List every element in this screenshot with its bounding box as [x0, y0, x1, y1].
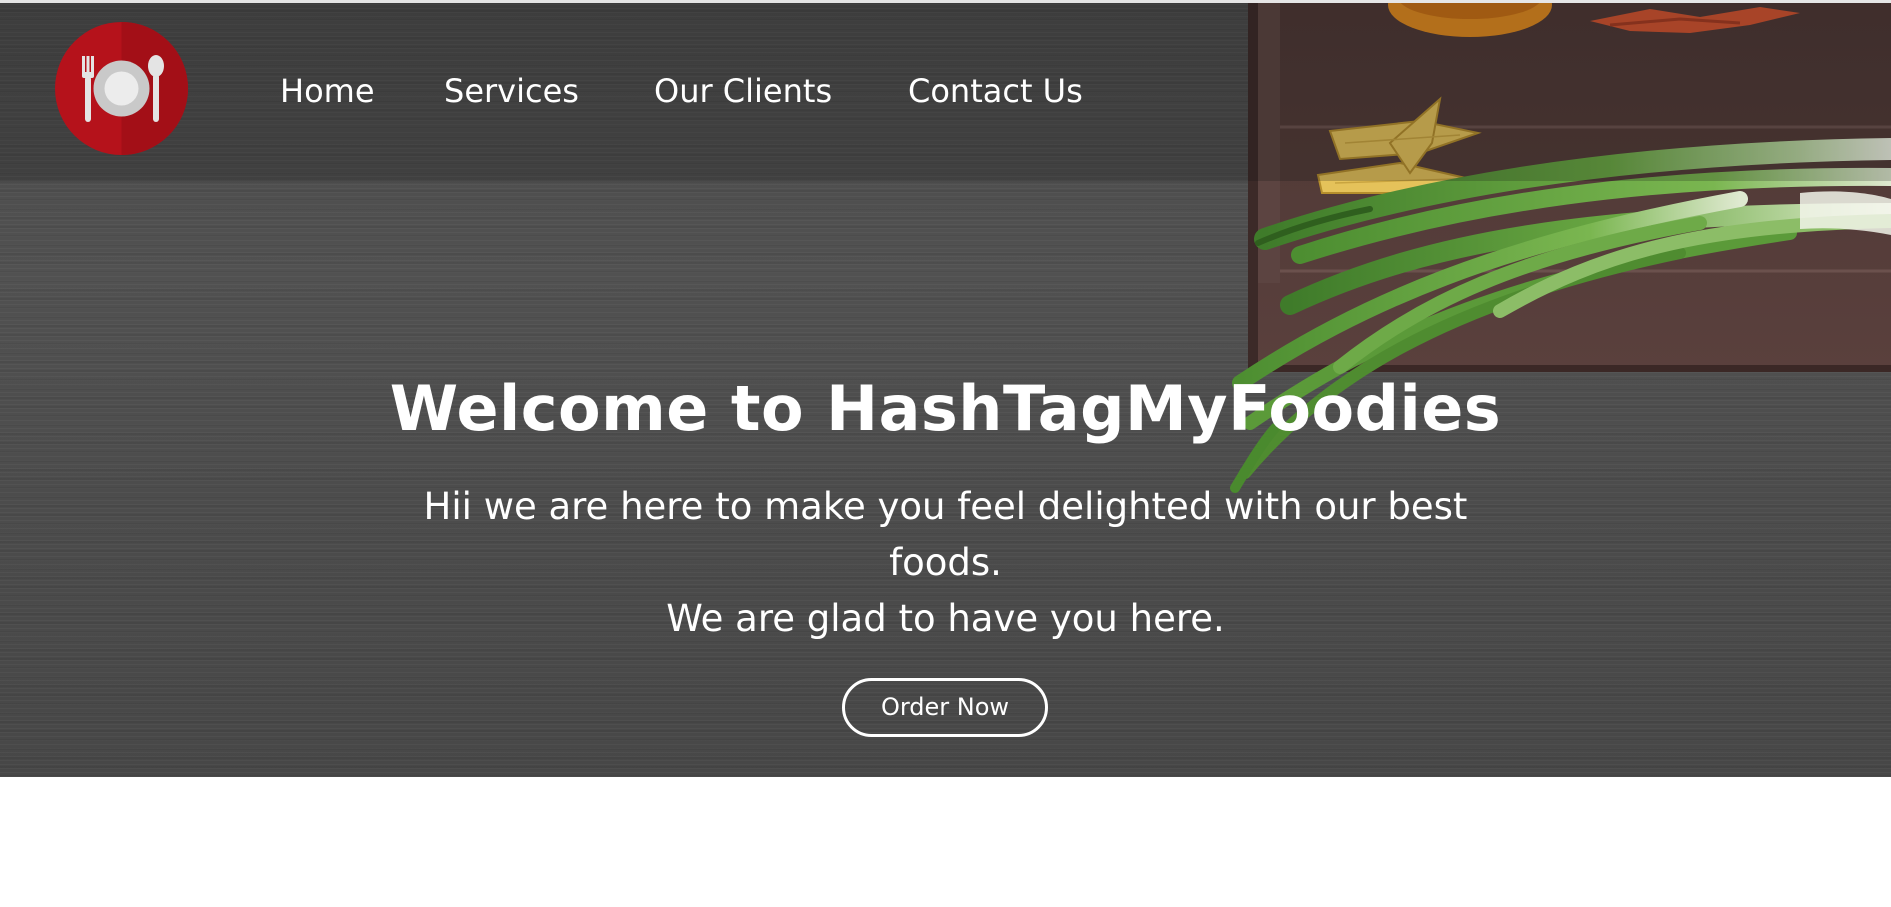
- plate-fork-spoon-icon[interactable]: [55, 22, 188, 155]
- nav-link-contact-us[interactable]: Contact Us: [908, 71, 1083, 111]
- nav-link-home[interactable]: Home: [280, 71, 375, 111]
- hero-section: Home Services Our Clients Contact Us Wel…: [0, 3, 1891, 777]
- order-now-button[interactable]: Order Now: [842, 678, 1048, 737]
- nav-link-services[interactable]: Services: [444, 71, 579, 111]
- hero-line-1: Hii we are here to make you feel delight…: [423, 485, 1468, 584]
- hero-line-2: We are glad to have you here.: [666, 597, 1225, 640]
- hero-title: Welcome to HashTagMyFoodies: [389, 372, 1502, 445]
- hero-description: Hii we are here to make you feel delight…: [395, 479, 1496, 647]
- nav-link-our-clients[interactable]: Our Clients: [654, 71, 832, 111]
